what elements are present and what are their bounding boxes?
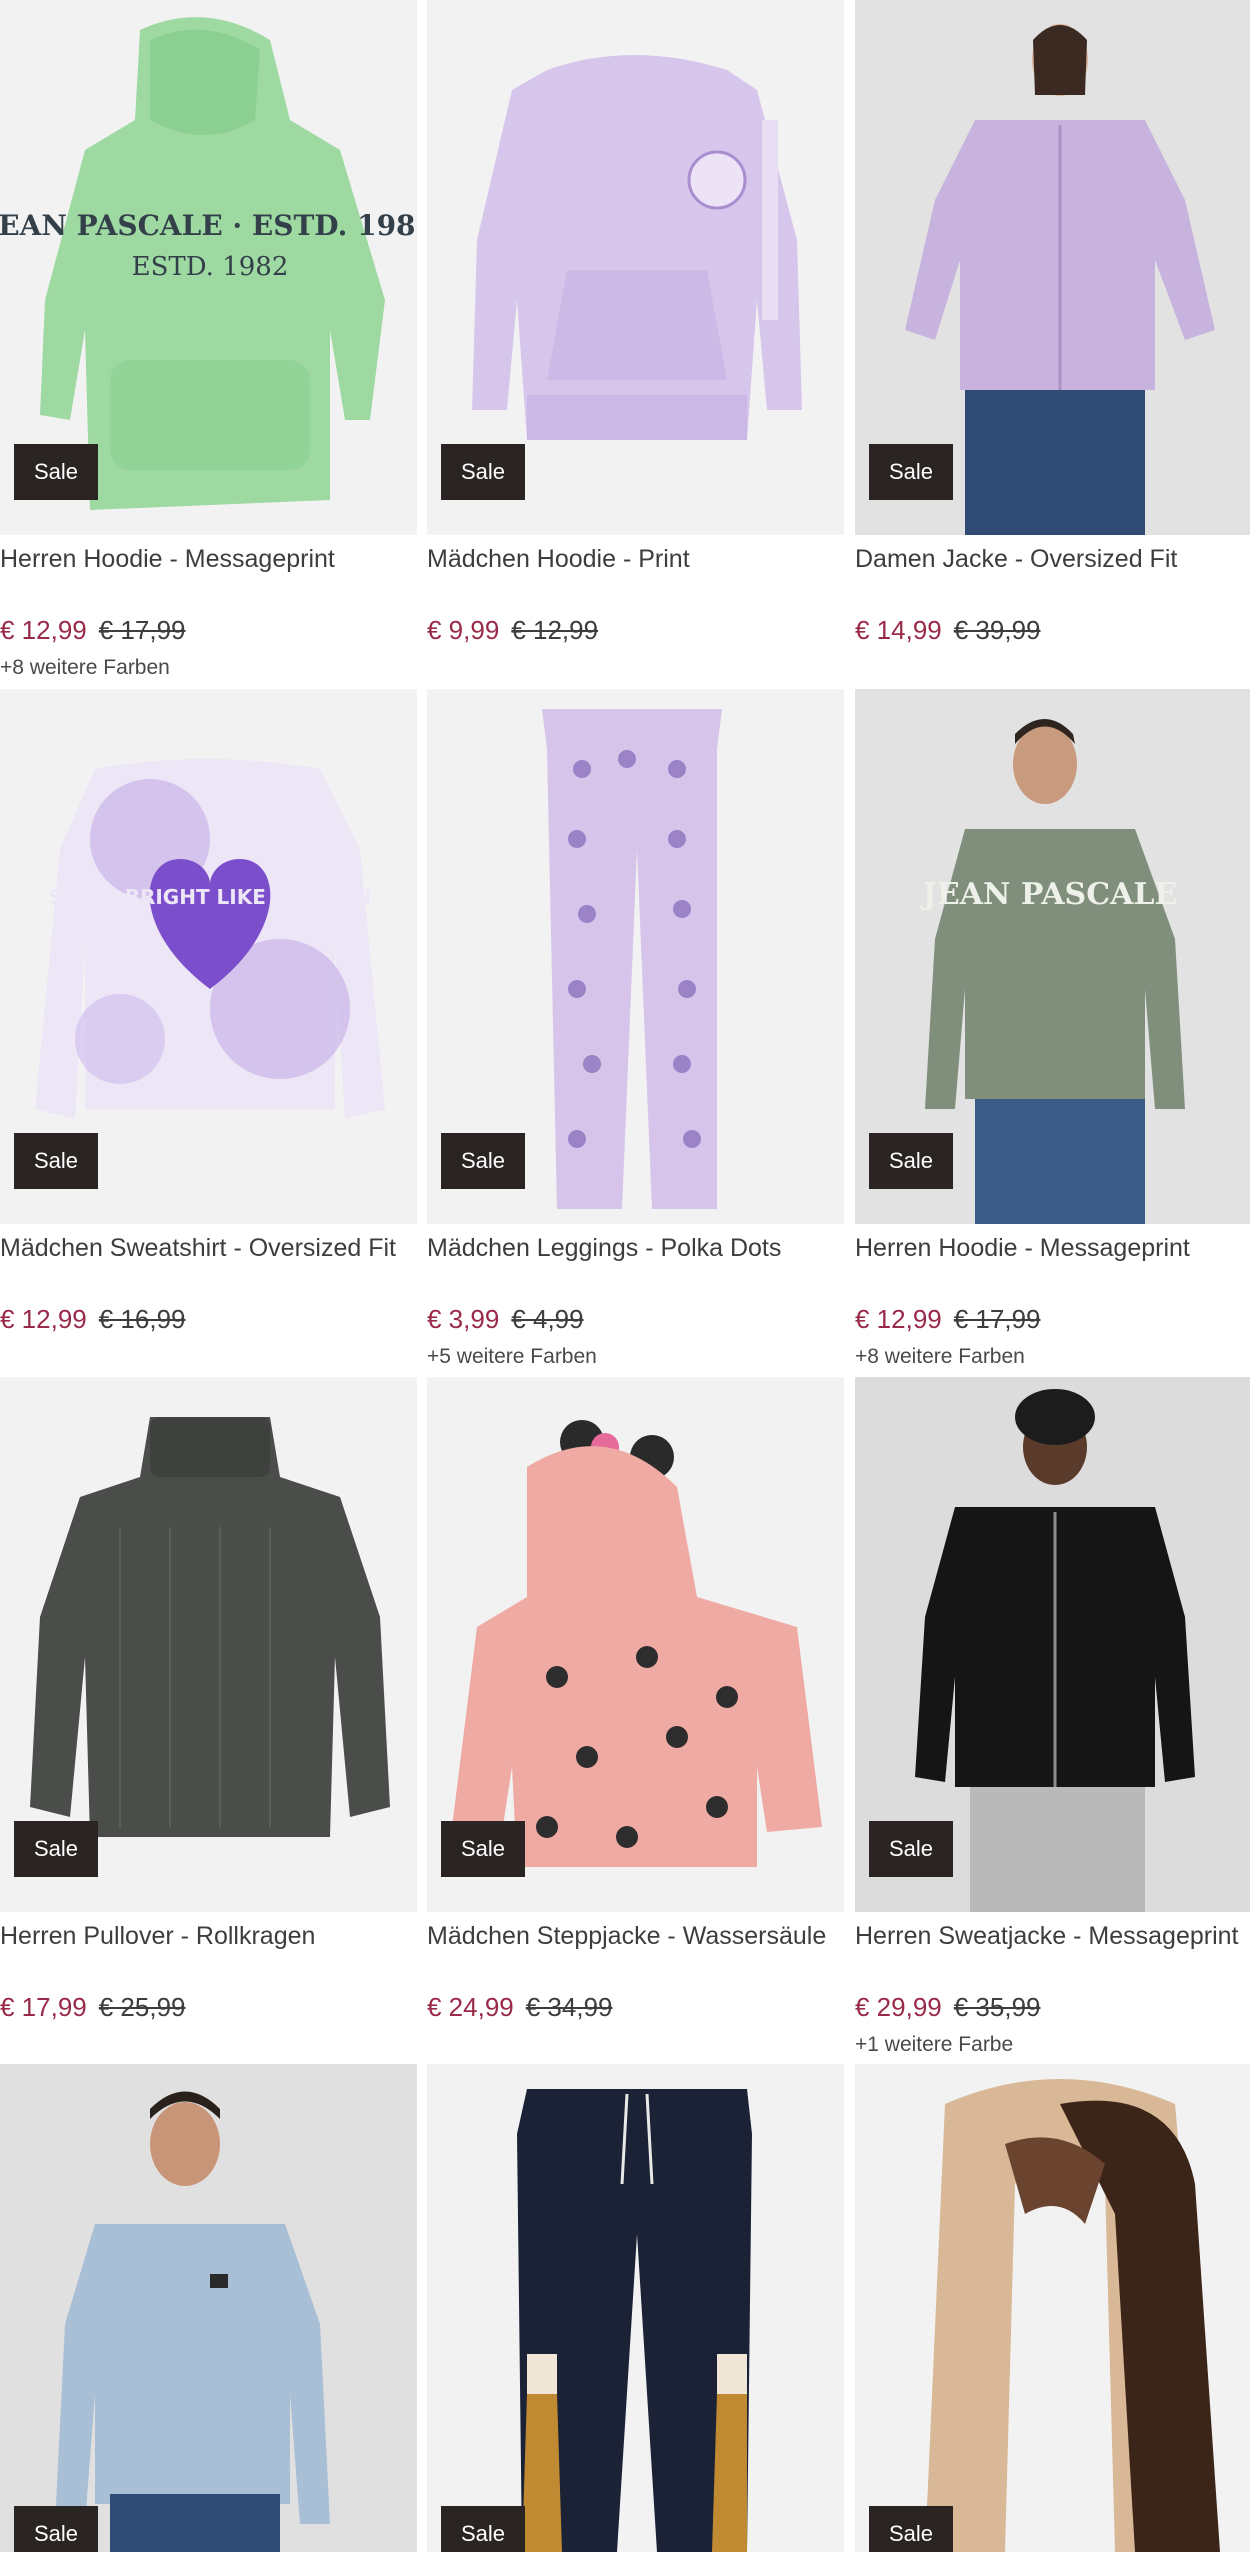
sale-price: € 29,99 (855, 1992, 942, 2022)
product-image[interactable]: Sale (427, 2064, 844, 2552)
old-price: € 16,99 (98, 1304, 186, 1334)
old-price: € 12,99 (511, 615, 599, 645)
product-image[interactable]: Sale (855, 1377, 1250, 1912)
more-colors[interactable]: +5 weitere Farben (427, 1344, 597, 1370)
price-block: € 24,99 € 34,99 (427, 1991, 613, 2023)
more-colors[interactable]: +8 weitere Farben (0, 655, 170, 681)
product-title[interactable]: Herren Hoodie - Messageprint (0, 543, 417, 575)
product-image[interactable]: Sale (427, 0, 844, 535)
price-block: € 12,99 € 17,99 (0, 614, 186, 646)
svg-text:ESTD. 1982: ESTD. 1982 (132, 252, 289, 282)
sale-badge: Sale (441, 444, 526, 500)
product-image[interactable]: Sale (0, 2064, 417, 2552)
sale-badge: Sale (441, 1133, 526, 1189)
product-title[interactable]: Mädchen Sweatshirt - Oversized Fit (0, 1232, 417, 1264)
sale-badge: Sale (441, 1821, 526, 1877)
old-price: € 34,99 (525, 1992, 613, 2022)
product-image[interactable]: Sale (427, 1377, 844, 1912)
price-block: € 29,99 € 35,99 (855, 1991, 1041, 2023)
sale-badge: Sale (14, 1133, 99, 1189)
product-image[interactable]: Sale (855, 0, 1250, 535)
sale-badge: Sale (869, 1133, 954, 1189)
old-price: € 25,99 (98, 1992, 186, 2022)
old-price: € 35,99 (953, 1992, 1041, 2022)
product-title[interactable]: Mädchen Hoodie - Print (427, 543, 844, 575)
sale-badge: Sale (14, 2506, 99, 2552)
sale-badge: Sale (14, 1821, 99, 1877)
product-title[interactable]: Damen Jacke - Oversized Fit (855, 543, 1250, 575)
old-price: € 17,99 (953, 1304, 1041, 1334)
sale-price: € 24,99 (427, 1992, 514, 2022)
sale-price: € 17,99 (0, 1992, 87, 2022)
price-block: € 12,99 € 16,99 (0, 1303, 186, 1335)
product-title[interactable]: Herren Hoodie - Messageprint (855, 1232, 1250, 1264)
sale-badge: Sale (869, 444, 954, 500)
price-block: € 17,99 € 25,99 (0, 1991, 186, 2023)
svg-text:JEAN PASCALE: JEAN PASCALE (920, 877, 1178, 912)
price-block: € 9,99 € 12,99 (427, 614, 598, 646)
product-title[interactable]: Herren Sweatjacke - Messageprint (855, 1920, 1250, 1952)
sale-price: € 9,99 (427, 615, 500, 645)
product-image[interactable]: Sale (0, 1377, 417, 1912)
product-title[interactable]: Mädchen Steppjacke - Wassersäule (427, 1920, 844, 1952)
sale-badge: Sale (441, 2506, 526, 2552)
old-price: € 4,99 (511, 1304, 584, 1334)
sale-badge: Sale (14, 444, 99, 500)
price-block: € 12,99 € 17,99 (855, 1303, 1041, 1335)
product-title[interactable]: Mädchen Leggings - Polka Dots (427, 1232, 844, 1264)
old-price: € 39,99 (953, 615, 1041, 645)
sale-price: € 12,99 (855, 1304, 942, 1334)
sale-price: € 12,99 (0, 1304, 87, 1334)
price-block: € 3,99 € 4,99 (427, 1303, 584, 1335)
old-price: € 17,99 (98, 615, 186, 645)
sale-badge: Sale (869, 2506, 954, 2552)
product-image[interactable]: SHINE BRIGHT LIKE THE SUN Sale (0, 689, 417, 1224)
product-title[interactable]: Herren Pullover - Rollkragen (0, 1920, 417, 1952)
product-image[interactable]: Sale (855, 2064, 1250, 2552)
product-image[interactable]: Sale (427, 689, 844, 1224)
svg-text:SHINE BRIGHT LIKE THE SUN: SHINE BRIGHT LIKE THE SUN (49, 885, 372, 909)
sale-price: € 14,99 (855, 615, 942, 645)
sale-price: € 3,99 (427, 1304, 500, 1334)
more-colors[interactable]: +8 weitere Farben (855, 1344, 1025, 1370)
svg-text:JEAN PASCALE · ESTD. 1982: JEAN PASCALE · ESTD. 1982 (0, 209, 417, 242)
product-image[interactable]: JEAN PASCALE · ESTD. 1982 ESTD. 1982 Sal… (0, 0, 417, 535)
price-block: € 14,99 € 39,99 (855, 614, 1041, 646)
more-colors[interactable]: +1 weitere Farbe (855, 2032, 1013, 2058)
sale-badge: Sale (869, 1821, 954, 1877)
sale-price: € 12,99 (0, 615, 87, 645)
product-image[interactable]: JEAN PASCALE Sale (855, 689, 1250, 1224)
